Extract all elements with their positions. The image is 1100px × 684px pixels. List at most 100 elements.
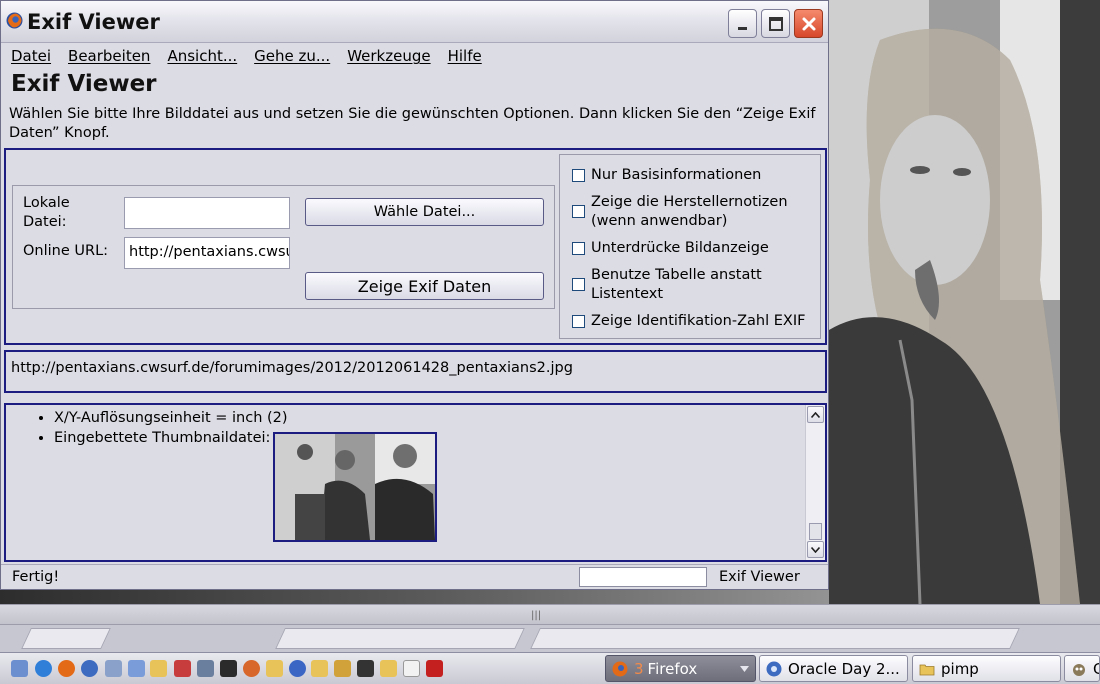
show-desktop-icon[interactable]	[11, 660, 28, 677]
menu-bearbeiten[interactable]: Bearbeiten	[68, 47, 150, 69]
grip-icon: |||	[531, 610, 542, 621]
online-url-input[interactable]: http://pentaxians.cwsurf.de/forumimages/…	[124, 237, 290, 269]
internet-explorer-icon[interactable]	[35, 660, 52, 677]
scroll-down-button[interactable]	[807, 541, 824, 558]
exif-viewer-window: Exif Viewer Datei Bearbeiten Ansicht... …	[0, 0, 829, 590]
file-selection-group: Lokale Datei: Online URL: http://pentaxi…	[12, 185, 555, 309]
tab[interactable]	[275, 628, 525, 649]
status-text: Fertig!	[12, 569, 60, 585]
menu-bar: Datei Bearbeiten Ansicht... Gehe zu... W…	[11, 47, 482, 69]
menu-datei[interactable]: Datei	[11, 47, 51, 69]
page-title: Exif Viewer	[11, 71, 157, 97]
filezilla-icon[interactable]	[426, 660, 443, 677]
status-bar: Fertig! Exif Viewer	[1, 564, 828, 589]
firefox-quicklaunch-icon[interactable]	[58, 660, 75, 677]
folder-icon	[919, 664, 935, 675]
show-exif-button[interactable]: Zeige Exif Daten	[305, 272, 544, 300]
task-count: 3	[634, 659, 644, 678]
paint-icon[interactable]	[174, 660, 191, 677]
choose-file-button[interactable]: Wähle Datei...	[305, 198, 544, 226]
chevron-down-icon	[740, 665, 749, 672]
task-pimp[interactable]: pimp	[912, 655, 1061, 682]
task-gimp[interactable]: G	[1064, 655, 1100, 682]
option-label: Nur Basisinformationen	[591, 167, 762, 183]
option-use-table[interactable]: Benutze Tabelle anstatt Listentext	[572, 266, 782, 304]
option-maker-notes[interactable]: Zeige die Herstellernotizen (wenn anwend…	[572, 193, 812, 231]
tab[interactable]	[530, 628, 1020, 649]
task-label: pimp	[941, 659, 979, 678]
menu-hilfe[interactable]: Hilfe	[448, 47, 482, 69]
drive-icon[interactable]	[128, 660, 145, 677]
online-url-label: Online URL:	[23, 243, 109, 259]
option-label: Zeige die Herstellernotizen (wenn anwend…	[591, 194, 788, 229]
taskbar: 3 Firefox Oracle Day 2... pimp G	[0, 652, 1100, 684]
results-scrollbar[interactable]	[805, 405, 825, 560]
option-label: Benutze Tabelle anstatt Listentext	[591, 267, 762, 302]
status-app-label: Exif Viewer	[719, 569, 800, 585]
local-file-label: Lokale Datei:	[23, 195, 70, 230]
gimp-icon	[1073, 663, 1085, 676]
folder-icon[interactable]	[380, 660, 397, 677]
tab[interactable]	[21, 628, 111, 649]
notepad-icon[interactable]	[403, 660, 420, 677]
x-app-icon[interactable]	[357, 660, 374, 677]
task-label: G	[1093, 660, 1099, 678]
option-basic-info[interactable]: Nur Basisinformationen	[572, 166, 761, 185]
list-item: Eingebettete Thumbnaildatei:	[54, 428, 288, 448]
folder-icon[interactable]	[266, 660, 283, 677]
task-label: Firefox	[647, 659, 698, 678]
minimize-button[interactable]	[728, 9, 757, 38]
network-icon[interactable]	[197, 660, 214, 677]
chevron-up-icon	[811, 411, 820, 418]
status-progress-field	[579, 567, 707, 587]
menu-ansicht[interactable]: Ansicht...	[167, 47, 237, 69]
tools-icon[interactable]	[334, 660, 351, 677]
browser-icon	[766, 661, 782, 676]
checkbox-exif-id[interactable]	[572, 315, 585, 328]
controls-panel: Lokale Datei: Online URL: http://pentaxi…	[4, 148, 827, 345]
list-item: X/Y-Auflösungseinheit = inch (2)	[54, 408, 288, 428]
option-exif-id[interactable]: Zeige Identifikation-Zahl EXIF	[572, 312, 805, 331]
option-label: Unterdrücke Bildanzeige	[591, 240, 769, 256]
current-url-text: http://pentaxians.cwsurf.de/forumimages/…	[11, 360, 573, 376]
browser-icon[interactable]	[81, 660, 98, 677]
option-label: Zeige Identifikation-Zahl EXIF	[591, 313, 806, 329]
close-icon	[802, 17, 815, 30]
checkbox-basic-info[interactable]	[572, 169, 585, 182]
checkbox-use-table[interactable]	[572, 278, 585, 291]
option-suppress-image[interactable]: Unterdrücke Bildanzeige	[572, 239, 769, 258]
task-firefox[interactable]: 3 Firefox	[605, 655, 756, 682]
folder-icon[interactable]	[150, 660, 167, 677]
menu-gehe-zu[interactable]: Gehe zu...	[254, 47, 330, 69]
task-label: Oracle Day 2...	[788, 659, 900, 678]
firefox-icon	[6, 12, 23, 29]
horizontal-splitter[interactable]: |||	[0, 604, 1100, 624]
options-group: Nur Basisinformationen Zeige die Herstel…	[559, 154, 821, 339]
current-url-panel: http://pentaxians.cwsurf.de/forumimages/…	[4, 350, 827, 393]
settings-icon[interactable]	[243, 660, 260, 677]
title-bar[interactable]: Exif Viewer	[1, 1, 828, 43]
checkbox-maker-notes[interactable]	[572, 205, 585, 218]
results-panel: X/Y-Auflösungseinheit = inch (2) Eingebe…	[4, 403, 827, 562]
maximize-button[interactable]	[761, 9, 790, 38]
firefox-icon	[612, 661, 628, 676]
media-player-icon[interactable]	[289, 660, 306, 677]
minimize-icon	[737, 26, 747, 30]
folder-icon[interactable]	[311, 660, 328, 677]
maximize-icon	[768, 16, 783, 31]
results-list: X/Y-Auflösungseinheit = inch (2) Eingebe…	[54, 408, 288, 448]
browser-tab-strip	[0, 624, 1100, 652]
thumbnail-image	[275, 434, 435, 540]
task-oracle-day[interactable]: Oracle Day 2...	[759, 655, 908, 682]
embedded-thumbnail	[273, 432, 437, 542]
scroll-thumb[interactable]	[809, 523, 822, 540]
menu-werkzeuge[interactable]: Werkzeuge	[347, 47, 430, 69]
intro-text: Wählen Sie bitte Ihre Bilddatei aus und …	[9, 106, 816, 141]
checkbox-suppress-image[interactable]	[572, 242, 585, 255]
scroll-up-button[interactable]	[807, 406, 824, 423]
console-icon[interactable]	[220, 660, 237, 677]
local-file-input[interactable]	[124, 197, 290, 229]
chevron-down-icon	[811, 546, 820, 553]
document-icon[interactable]	[105, 660, 122, 677]
close-button[interactable]	[794, 9, 823, 38]
